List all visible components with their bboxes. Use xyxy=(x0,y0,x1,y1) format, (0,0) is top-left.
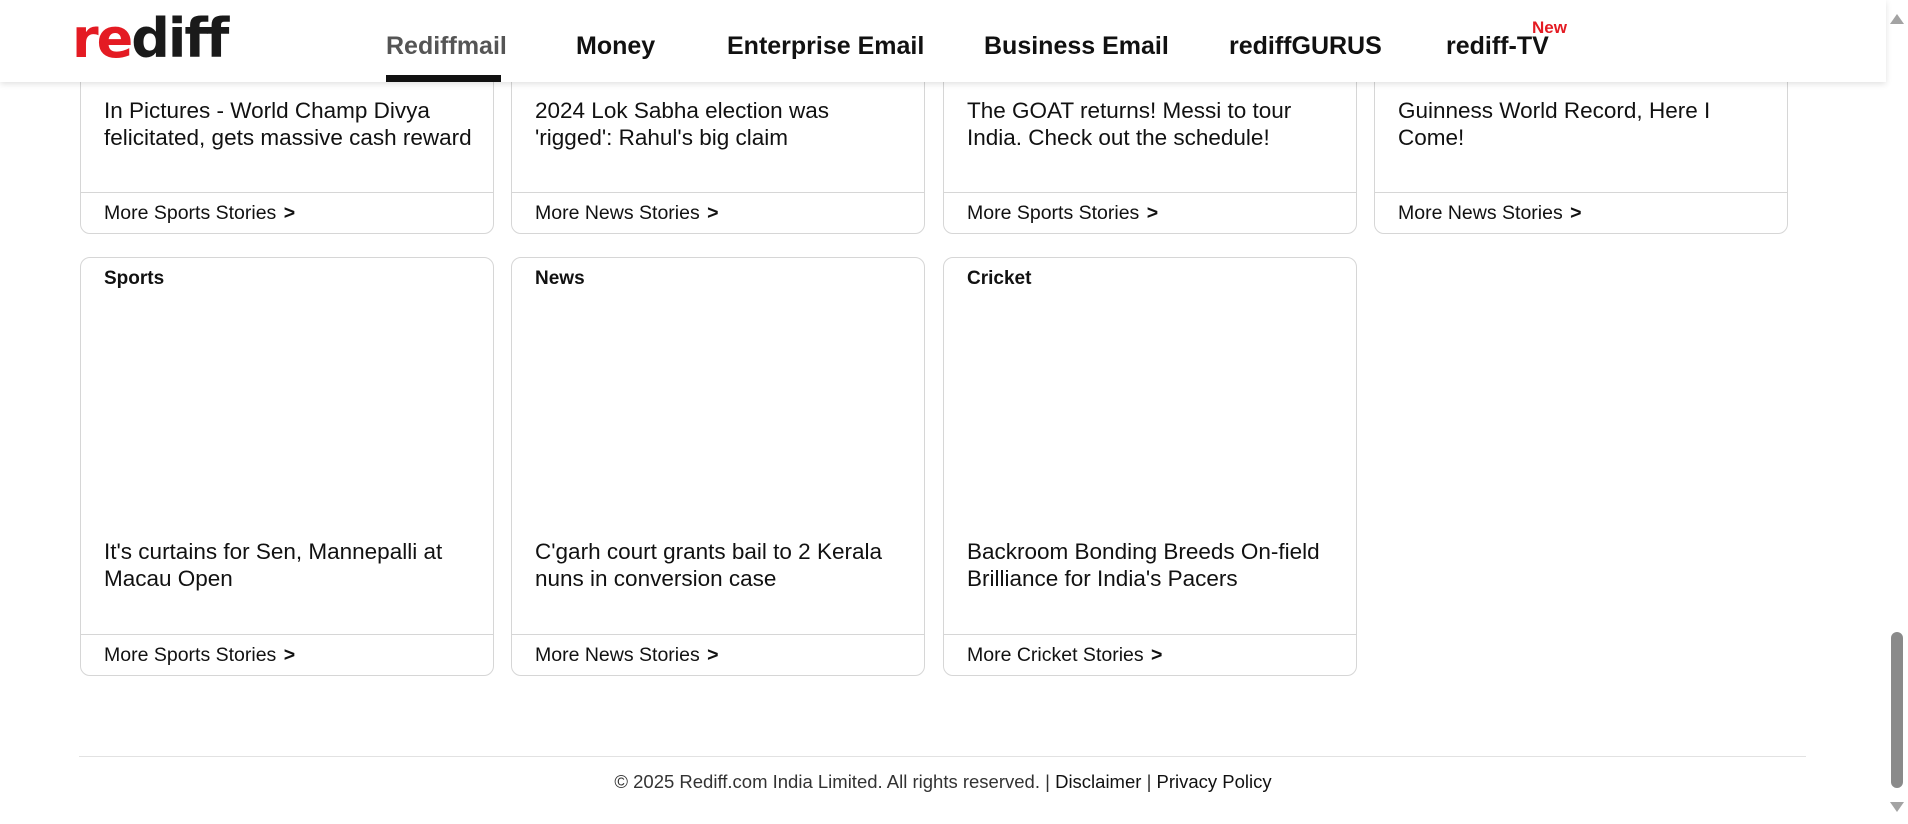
footer: © 2025 Rediff.com India Limited. All rig… xyxy=(0,771,1886,793)
new-badge: New xyxy=(1532,18,1567,37)
news-card[interactable]: News C'garh court grants bail to 2 Keral… xyxy=(511,257,925,676)
more-stories-link[interactable]: More Sports Stories > xyxy=(81,634,493,675)
footer-separator: | xyxy=(1146,771,1152,792)
scroll-down-arrow-icon[interactable] xyxy=(1890,802,1904,812)
more-stories-link[interactable]: More News Stories > xyxy=(512,192,924,233)
nav-item-money[interactable]: Money xyxy=(576,32,655,61)
footer-divider xyxy=(79,756,1806,757)
more-stories-link[interactable]: More Sports Stories > xyxy=(81,192,493,233)
more-arrow: > xyxy=(1151,644,1163,666)
card-category: News xyxy=(535,268,585,289)
disclaimer-link[interactable]: Disclaimer xyxy=(1055,771,1141,792)
more-stories-label: More News Stories xyxy=(535,202,700,224)
site-header: rediff Rediffmail Money Enterprise Email… xyxy=(0,0,1886,82)
nav-item-rediffgurus[interactable]: rediffGURUS xyxy=(1229,32,1382,61)
nav-item-enterprise-email[interactable]: Enterprise Email xyxy=(727,32,924,61)
scroll-up-arrow-icon[interactable] xyxy=(1890,14,1904,24)
card-headline[interactable]: 2024 Lok Sabha election was 'rigged': Ra… xyxy=(535,97,904,151)
rediff-logo[interactable]: rediff xyxy=(72,12,229,66)
page: In Pictures - World Champ Divya felicita… xyxy=(0,0,1908,824)
more-stories-label: More Sports Stories xyxy=(104,644,277,666)
card-headline[interactable]: C'garh court grants bail to 2 Kerala nun… xyxy=(535,538,904,592)
more-stories-link[interactable]: More Cricket Stories > xyxy=(944,634,1356,675)
more-stories-label: More Cricket Stories xyxy=(967,644,1144,666)
scrollbar-thumb[interactable] xyxy=(1891,632,1903,788)
nav-item-business-email[interactable]: Business Email xyxy=(984,32,1169,61)
more-stories-link[interactable]: More News Stories > xyxy=(1375,192,1787,233)
card-category: Cricket xyxy=(967,268,1032,289)
more-arrow: > xyxy=(707,202,719,224)
more-stories-label: More Sports Stories xyxy=(104,202,277,224)
logo-part-red: re xyxy=(72,7,133,70)
card-headline[interactable]: It's curtains for Sen, Mannepalli at Mac… xyxy=(104,538,473,592)
more-arrow: > xyxy=(1570,202,1582,224)
card-headline[interactable]: The GOAT returns! Messi to tour India. C… xyxy=(967,97,1336,151)
news-card[interactable]: Cricket Backroom Bonding Breeds On-field… xyxy=(943,257,1357,676)
news-card[interactable]: Sports It's curtains for Sen, Mannepalli… xyxy=(80,257,494,676)
more-stories-link[interactable]: More Sports Stories > xyxy=(944,192,1356,233)
more-stories-label: More News Stories xyxy=(535,644,700,666)
card-category: Sports xyxy=(104,268,165,289)
vertical-scrollbar[interactable] xyxy=(1886,0,1908,824)
nav-item-rediffmail[interactable]: Rediffmail xyxy=(386,32,507,61)
more-arrow: > xyxy=(707,644,719,666)
card-headline[interactable]: Guinness World Record, Here I Come! xyxy=(1398,97,1767,151)
more-stories-label: More News Stories xyxy=(1398,202,1563,224)
more-stories-link[interactable]: More News Stories > xyxy=(512,634,924,675)
more-arrow: > xyxy=(1146,202,1159,224)
privacy-policy-link[interactable]: Privacy Policy xyxy=(1157,771,1272,792)
copyright-text: © 2025 Rediff.com India Limited. All rig… xyxy=(614,771,1050,792)
more-arrow: > xyxy=(283,644,296,666)
logo-part-dark: diff xyxy=(131,7,229,70)
more-arrow: > xyxy=(283,202,296,224)
card-headline[interactable]: In Pictures - World Champ Divya felicita… xyxy=(104,97,473,151)
active-tab-indicator xyxy=(386,75,501,82)
more-stories-label: More Sports Stories xyxy=(967,202,1140,224)
card-headline[interactable]: Backroom Bonding Breeds On-field Brillia… xyxy=(967,538,1336,592)
